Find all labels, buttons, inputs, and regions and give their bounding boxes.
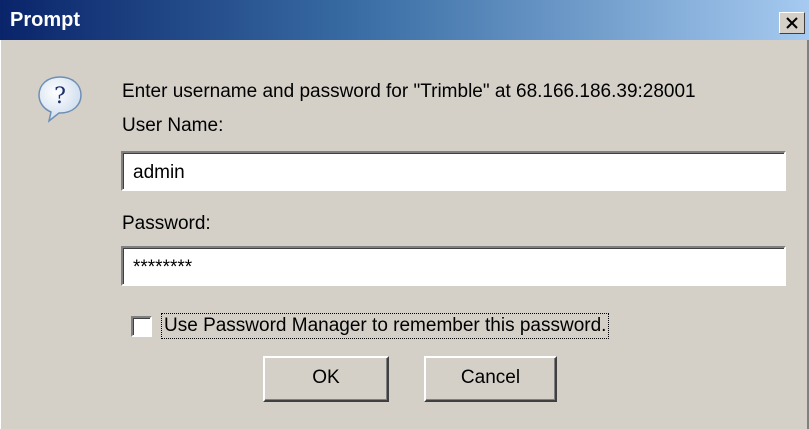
window-title: Prompt bbox=[10, 9, 80, 31]
password-label: Password: bbox=[122, 213, 211, 234]
ok-button[interactable]: OK bbox=[263, 356, 389, 402]
window-edge-left bbox=[0, 40, 1, 429]
username-value: admin bbox=[133, 162, 185, 183]
question-bubble-icon: ? bbox=[36, 74, 84, 124]
prompt-dialog: Prompt ? Enter username and password for… bbox=[0, 0, 809, 429]
svg-text:?: ? bbox=[54, 84, 66, 109]
cancel-button[interactable]: Cancel bbox=[424, 356, 557, 402]
remember-password-label[interactable]: Use Password Manager to remember this pa… bbox=[161, 313, 610, 339]
remember-password-checkbox[interactable] bbox=[131, 316, 152, 337]
password-field[interactable]: ******** bbox=[121, 246, 786, 286]
close-icon bbox=[786, 17, 798, 29]
username-label: User Name: bbox=[122, 115, 224, 136]
username-field[interactable]: admin bbox=[121, 151, 786, 191]
password-value: ******** bbox=[133, 257, 193, 278]
title-bar[interactable]: Prompt bbox=[0, 0, 809, 40]
close-button[interactable] bbox=[779, 12, 805, 34]
prompt-message: Enter username and password for "Trimble… bbox=[122, 81, 696, 102]
